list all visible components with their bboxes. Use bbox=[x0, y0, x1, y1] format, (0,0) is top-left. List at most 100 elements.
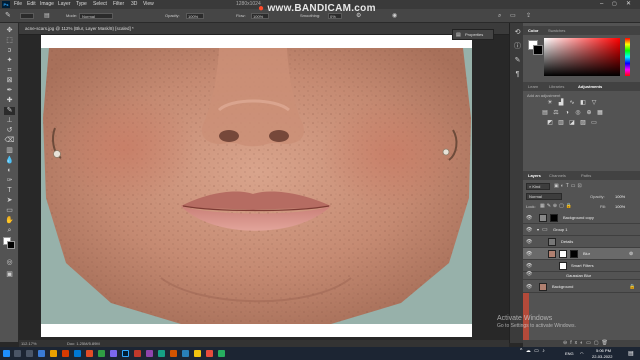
layer-opacity-value[interactable]: 100% bbox=[615, 194, 625, 199]
app-icon[interactable] bbox=[182, 350, 189, 357]
layer-row[interactable]: 👁 Background 🔒 bbox=[523, 281, 640, 293]
layer-row-selected[interactable]: 👁 Blur ⊚ bbox=[523, 248, 640, 260]
edge-icon[interactable] bbox=[74, 350, 81, 357]
color-picker-field[interactable] bbox=[544, 38, 620, 76]
search-icon[interactable] bbox=[14, 350, 21, 357]
wifi-icon[interactable]: ◠ bbox=[580, 351, 584, 356]
minimize-button[interactable]: – bbox=[600, 0, 603, 9]
layer-row[interactable]: 👁 Gaussian Blur bbox=[523, 271, 640, 280]
menu-file[interactable]: File bbox=[14, 0, 22, 9]
tab-adjustments[interactable]: Adjustments bbox=[578, 82, 602, 91]
background-color-swatch[interactable] bbox=[7, 241, 15, 249]
quick-select-tool-icon[interactable]: ✦ bbox=[4, 57, 15, 65]
app-icon[interactable] bbox=[218, 350, 225, 357]
smart-filter-icon[interactable]: ⊚ bbox=[629, 248, 633, 260]
search-icon[interactable]: ⌕ bbox=[498, 9, 501, 23]
layer-row[interactable]: 👁 Background copy bbox=[523, 212, 640, 224]
document-tab[interactable]: acne-scars.jpg @ 112% (Blur, Layer Mask/… bbox=[19, 23, 509, 35]
clone-stamp-tool-icon[interactable]: ⊥ bbox=[4, 117, 15, 125]
menu-image[interactable]: Image bbox=[40, 0, 54, 9]
eraser-tool-icon[interactable]: ⌫ bbox=[4, 137, 15, 145]
brush-preset-picker[interactable] bbox=[20, 13, 34, 19]
doc-size-info[interactable]: Doc: 1.25M/5.89M bbox=[67, 340, 100, 347]
hand-tool-icon[interactable]: ✋ bbox=[4, 217, 15, 225]
posterize-icon[interactable]: ▥ bbox=[557, 120, 565, 126]
layer-filter-dropdown[interactable]: ⌕ Kind bbox=[526, 183, 550, 190]
tab-layers[interactable]: Layers bbox=[528, 171, 541, 180]
invert-icon[interactable]: ◩ bbox=[546, 120, 554, 126]
zoom-level[interactable]: 112.17% bbox=[21, 340, 37, 347]
blur-tool-icon[interactable]: 💧 bbox=[4, 157, 15, 165]
pen-tool-icon[interactable]: ✑ bbox=[4, 177, 15, 185]
shape-tool-icon[interactable]: ▭ bbox=[4, 207, 15, 215]
tray-icons[interactable]: ^ ☁ ▭ ♪ bbox=[520, 348, 546, 354]
type-tool-icon[interactable]: T bbox=[4, 187, 15, 195]
screen-mode-icon[interactable]: ▣ bbox=[4, 271, 15, 279]
app-icon[interactable] bbox=[98, 350, 105, 357]
blend-mode-dropdown[interactable]: Normal bbox=[526, 193, 562, 200]
app-icon[interactable] bbox=[170, 350, 177, 357]
brush-tool-icon[interactable]: ✎ bbox=[5, 9, 11, 23]
hue-saturation-icon[interactable]: ▤ bbox=[541, 110, 549, 116]
selective-color-icon[interactable]: ▨ bbox=[579, 120, 587, 126]
photoshop-taskbar-icon[interactable] bbox=[122, 350, 129, 357]
channel-mixer-icon[interactable]: ⊕ bbox=[585, 110, 593, 116]
curves-icon[interactable]: ∿ bbox=[568, 100, 576, 106]
hue-slider[interactable] bbox=[625, 38, 630, 76]
tab-swatches[interactable]: Swatches bbox=[548, 26, 565, 35]
tab-channels[interactable]: Channels bbox=[549, 171, 566, 180]
task-view-icon[interactable] bbox=[26, 350, 33, 357]
powerpoint-icon[interactable] bbox=[62, 350, 69, 357]
opacity-field[interactable]: 100% bbox=[186, 13, 204, 19]
paragraph-panel-icon[interactable]: ¶ bbox=[512, 71, 523, 79]
crop-tool-icon[interactable]: ⌗ bbox=[4, 67, 15, 75]
visibility-eye-icon[interactable]: 👁 bbox=[526, 281, 532, 293]
healing-brush-tool-icon[interactable]: ✚ bbox=[4, 97, 15, 105]
levels-icon[interactable]: ▟ bbox=[557, 100, 565, 106]
menu-view[interactable]: View bbox=[143, 0, 154, 9]
threshold-icon[interactable]: ◪ bbox=[568, 120, 576, 126]
menu-type[interactable]: Type bbox=[76, 0, 87, 9]
dodge-tool-icon[interactable]: ◐ bbox=[4, 167, 15, 175]
visibility-eye-icon[interactable]: 👁 bbox=[526, 224, 532, 236]
mode-dropdown[interactable]: Normal bbox=[79, 13, 113, 19]
tab-learn[interactable]: Learn bbox=[528, 82, 538, 91]
app-icon[interactable] bbox=[194, 350, 201, 357]
black-white-icon[interactable]: ◑ bbox=[563, 110, 571, 116]
lock-icons[interactable]: ▦✎⊕▢🔒 bbox=[540, 203, 574, 209]
layer-row[interactable]: 👁 Details bbox=[523, 236, 640, 248]
zoom-tool-icon[interactable]: ⌕ bbox=[4, 227, 15, 235]
menu-3d[interactable]: 3D bbox=[131, 0, 137, 9]
menu-select[interactable]: Select bbox=[93, 0, 107, 9]
app-icon[interactable] bbox=[110, 350, 117, 357]
brush-settings-icon[interactable]: ▤ bbox=[44, 9, 50, 23]
visibility-eye-icon[interactable]: 👁 bbox=[526, 248, 532, 260]
photo-layer-image[interactable] bbox=[41, 48, 472, 324]
path-select-tool-icon[interactable]: ➤ bbox=[4, 197, 15, 205]
app-icon[interactable] bbox=[158, 350, 165, 357]
tab-libraries[interactable]: Libraries bbox=[549, 82, 564, 91]
gradient-tool-icon[interactable]: ▥ bbox=[4, 147, 15, 155]
history-panel-icon[interactable]: ⟲ bbox=[512, 29, 523, 37]
move-tool-icon[interactable]: ✥ bbox=[4, 27, 15, 35]
brush-tool-icon[interactable]: ✎ bbox=[4, 107, 15, 115]
marquee-tool-icon[interactable]: ⬚ bbox=[4, 37, 15, 45]
file-explorer-icon[interactable] bbox=[38, 350, 45, 357]
chrome-icon[interactable] bbox=[86, 350, 93, 357]
taskbar-time[interactable]: 5:06 PM bbox=[596, 348, 611, 353]
close-button[interactable]: ✕ bbox=[626, 0, 631, 9]
gradient-map-icon[interactable]: ▭ bbox=[590, 120, 598, 126]
share-icon[interactable]: ⇪ bbox=[526, 9, 531, 23]
chevron-down-icon[interactable]: ▾ bbox=[537, 224, 539, 236]
frame-tool-icon[interactable]: ⊠ bbox=[4, 77, 15, 85]
properties-button[interactable]: ▤ Properties bbox=[452, 29, 494, 40]
visibility-eye-icon[interactable]: 👁 bbox=[526, 212, 532, 224]
maximize-button[interactable]: ▢ bbox=[612, 0, 617, 9]
menu-edit[interactable]: Edit bbox=[27, 0, 36, 9]
language-indicator[interactable]: ENG bbox=[565, 351, 574, 356]
quick-mask-icon[interactable]: ◎ bbox=[4, 259, 15, 267]
brush-panel-icon[interactable]: ✎ bbox=[512, 57, 523, 65]
layer-filter-icons[interactable]: ▣◐T▭⊡ bbox=[554, 183, 584, 189]
color-balance-icon[interactable]: ⚖ bbox=[552, 110, 560, 116]
layer-row[interactable]: 👁 ▾ ▭ Group 1 bbox=[523, 224, 640, 236]
